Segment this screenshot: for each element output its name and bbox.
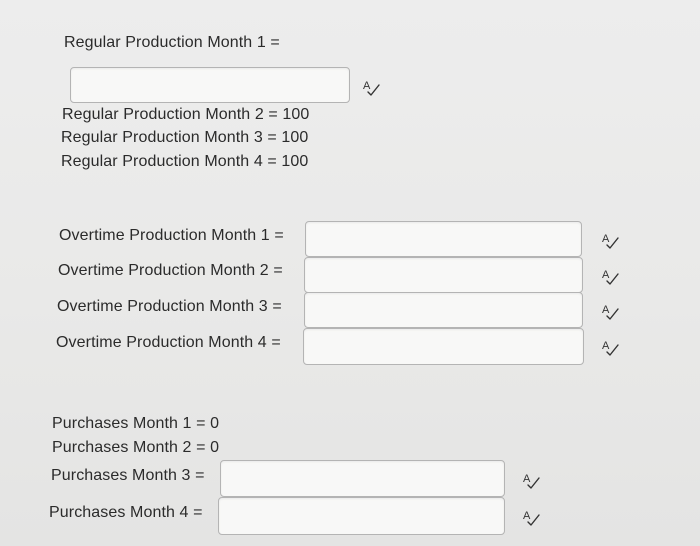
overtime-production-month-4-field[interactable] [303, 328, 584, 365]
spellcheck-icon[interactable]: A [601, 231, 621, 251]
svg-text:A: A [602, 340, 610, 352]
overtime-production-month-1-input[interactable] [306, 222, 581, 256]
purchases-month-3-label: Purchases Month 3 = [51, 467, 205, 484]
purchases-month-4-label: Purchases Month 4 = [49, 504, 203, 521]
spellcheck-icon[interactable]: A [601, 338, 621, 358]
purchases-month-4-input[interactable] [219, 498, 504, 534]
overtime-production-month-3-field[interactable] [304, 292, 583, 328]
overtime-production-month-4-input[interactable] [304, 329, 583, 364]
spellcheck-icon[interactable]: A [362, 78, 382, 98]
regular-production-month-1-input[interactable] [71, 68, 349, 102]
overtime-production-month-4-label: Overtime Production Month 4 = [56, 334, 281, 351]
spellcheck-icon[interactable]: A [522, 508, 542, 528]
spellcheck-icon[interactable]: A [601, 302, 621, 322]
overtime-production-month-3-label: Overtime Production Month 3 = [57, 298, 282, 315]
svg-text:A: A [602, 269, 610, 281]
regular-production-month-1-label: Regular Production Month 1 = [64, 34, 280, 51]
regular-production-month-4-label: Regular Production Month 4 = 100 [61, 153, 309, 170]
regular-production-month-1-field[interactable] [70, 67, 350, 103]
overtime-production-month-2-label: Overtime Production Month 2 = [58, 262, 283, 279]
purchases-month-3-field[interactable] [220, 460, 505, 497]
svg-text:A: A [602, 233, 610, 245]
svg-text:A: A [602, 304, 610, 316]
overtime-production-month-1-label: Overtime Production Month 1 = [59, 227, 284, 244]
regular-production-month-3-label: Regular Production Month 3 = 100 [61, 129, 309, 146]
overtime-production-month-2-field[interactable] [304, 257, 583, 293]
svg-text:A: A [363, 80, 371, 92]
overtime-production-month-3-input[interactable] [305, 293, 582, 327]
svg-text:A: A [523, 473, 531, 485]
regular-production-month-2-label: Regular Production Month 2 = 100 [62, 106, 310, 123]
overtime-production-month-2-input[interactable] [305, 258, 582, 292]
svg-text:A: A [523, 510, 531, 522]
spellcheck-icon[interactable]: A [601, 267, 621, 287]
purchases-month-2-label: Purchases Month 2 = 0 [52, 439, 220, 456]
overtime-production-month-1-field[interactable] [305, 221, 582, 257]
purchases-month-4-field[interactable] [218, 497, 505, 535]
purchases-month-3-input[interactable] [221, 461, 504, 496]
spellcheck-icon[interactable]: A [522, 471, 542, 491]
purchases-month-1-label: Purchases Month 1 = 0 [52, 415, 220, 432]
